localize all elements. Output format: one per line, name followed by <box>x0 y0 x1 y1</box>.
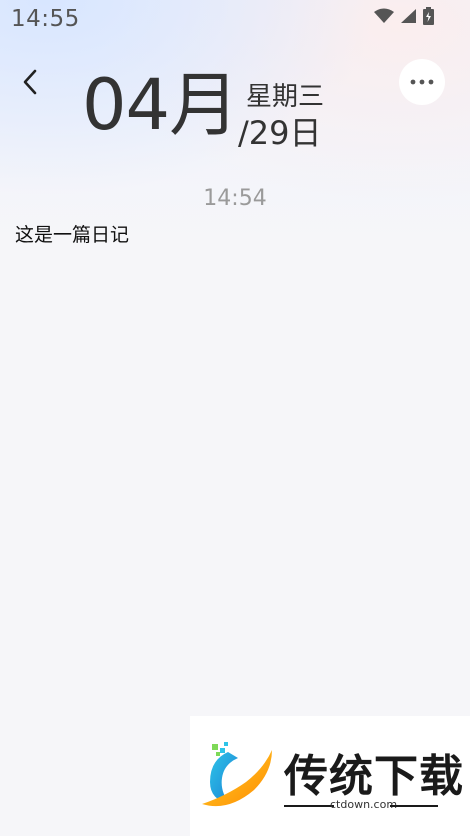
watermark: 传统下载 ctdown.com <box>190 716 470 836</box>
battery-icon <box>423 7 434 25</box>
entry-text[interactable]: 这是一篇日记 <box>15 220 129 247</box>
wifi-icon <box>374 8 394 23</box>
month-label: 04月 <box>82 64 239 146</box>
status-icons <box>374 7 434 25</box>
watermark-url: ctdown.com <box>330 798 398 811</box>
entry-time: 14:54 <box>203 186 267 211</box>
watermark-line <box>284 805 334 807</box>
chevron-left-icon <box>23 69 37 95</box>
back-button[interactable] <box>18 66 44 98</box>
more-button[interactable] <box>399 59 445 105</box>
watermark-title: 传统下载 <box>284 751 464 802</box>
signal-icon <box>401 9 416 23</box>
status-bar: 14:55 <box>0 0 470 36</box>
watermark-logo-icon <box>202 742 272 807</box>
day-label: /29日 <box>238 114 322 152</box>
status-time: 14:55 <box>11 6 80 32</box>
more-dots-icon <box>410 79 434 85</box>
watermark-line <box>390 805 438 807</box>
